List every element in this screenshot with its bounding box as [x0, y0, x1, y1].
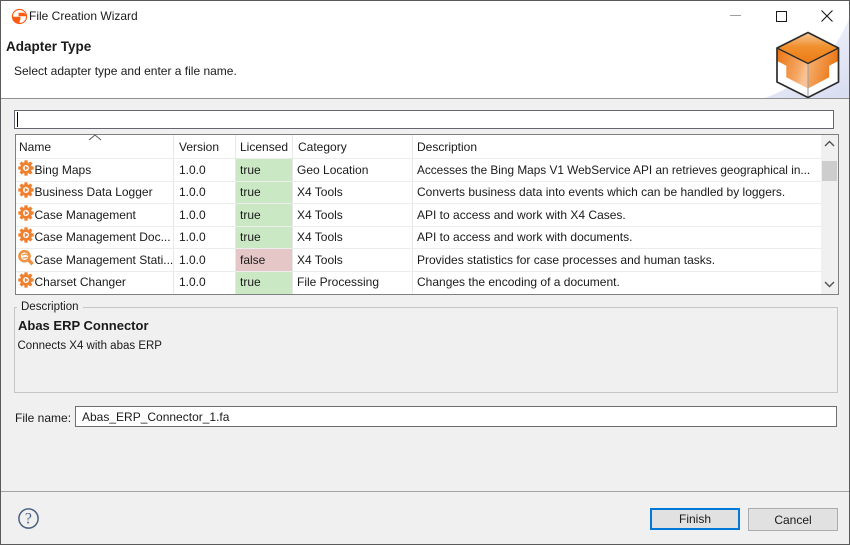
svg-text:?: ? [25, 510, 32, 527]
